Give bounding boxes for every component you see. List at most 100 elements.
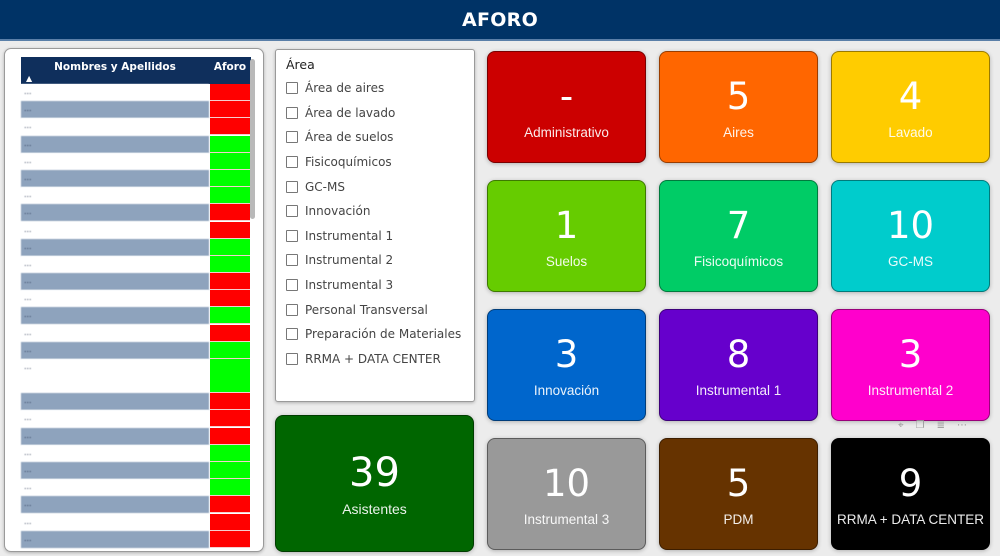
table-row[interactable]: …	[21, 496, 251, 514]
table-row[interactable]: …	[21, 255, 251, 273]
slicer-item-label: RRMA + DATA CENTER	[305, 351, 441, 366]
header-divider	[0, 39, 1000, 41]
card-label: Lavado	[888, 124, 933, 140]
attendee-name: …	[21, 324, 209, 342]
table-row[interactable]: …	[21, 169, 251, 187]
table-row[interactable]: …	[21, 290, 251, 308]
card-label: GC-MS	[888, 253, 933, 269]
card-label: Instrumental 3	[523, 511, 610, 527]
column-header-names[interactable]: Nombres y Apellidos	[21, 57, 209, 84]
attendee-name: …	[21, 152, 209, 170]
slicer-item[interactable]: Área de suelos	[286, 125, 464, 150]
slicer-item[interactable]: Personal Transversal	[286, 297, 464, 322]
checkbox[interactable]	[286, 303, 298, 316]
more-options-icon[interactable]: ⋯	[957, 420, 967, 434]
slicer-item[interactable]: Área de lavado	[286, 101, 464, 126]
table-row[interactable]: …	[21, 152, 251, 170]
area-card[interactable]: 4 Lavado	[831, 51, 990, 163]
slicer-item[interactable]: Instrumental 1	[286, 224, 464, 249]
sort-indicator-icon[interactable]: ▲	[26, 74, 32, 83]
attendee-name: …	[21, 393, 209, 411]
table-row[interactable]: …	[21, 479, 251, 497]
area-card[interactable]: 10 Instrumental 3	[487, 438, 646, 550]
area-card[interactable]: - Administrativo	[487, 51, 646, 163]
filter-icon[interactable]: ≣	[937, 420, 945, 434]
aforo-status-cell	[210, 324, 250, 342]
slicer-item-label: Instrumental 1	[305, 228, 394, 243]
table-row[interactable]: …	[21, 273, 251, 291]
page-title: AFORO	[461, 8, 539, 31]
table-row[interactable]: …	[21, 393, 251, 411]
copy-icon[interactable]: ❐	[916, 420, 925, 434]
table-row[interactable]: …	[21, 187, 251, 205]
table-row[interactable]: …	[21, 513, 251, 531]
checkbox[interactable]	[286, 180, 298, 193]
area-card[interactable]: 1 Suelos	[487, 180, 646, 292]
area-card[interactable]: 10 GC-MS	[831, 180, 990, 292]
slicer-item-label: Fisicoquímicos	[305, 155, 392, 170]
slicer-item[interactable]: Instrumental 2	[286, 248, 464, 273]
checkbox[interactable]	[286, 131, 298, 144]
table-row[interactable]: …	[21, 444, 251, 462]
aforo-status-cell	[210, 461, 250, 479]
slicer-item[interactable]: Fisicoquímicos	[286, 150, 464, 175]
slicer-item-label: Instrumental 2	[305, 253, 394, 268]
attendee-name: …	[21, 444, 209, 462]
attendee-name: …	[21, 359, 209, 393]
slicer-title: Área	[286, 57, 315, 72]
checkbox[interactable]	[286, 352, 298, 365]
table-row[interactable]: …	[21, 427, 251, 445]
visual-header-toolbar: ⌖ ❐ ≣ ⋯	[898, 420, 967, 434]
card-value: -	[559, 74, 574, 118]
table-row[interactable]: …	[21, 461, 251, 479]
table-row[interactable]: …	[21, 307, 251, 325]
table-row[interactable]: …	[21, 238, 251, 256]
aforo-status-cell	[210, 204, 250, 222]
checkbox[interactable]	[286, 156, 298, 169]
checkbox[interactable]	[286, 279, 298, 292]
attendee-name: …	[21, 496, 209, 514]
attendee-name: …	[21, 84, 209, 101]
aforo-status-cell	[210, 444, 250, 462]
aforo-status-cell	[210, 238, 250, 256]
aforo-status-cell	[210, 479, 250, 497]
checkbox[interactable]	[286, 106, 298, 119]
card-value: 5	[726, 461, 751, 505]
area-slicer: Área Área de aires Área de lavado Área de …	[275, 49, 475, 402]
slicer-item[interactable]: Preparación de Materiales	[286, 322, 464, 347]
table-row[interactable]: …	[21, 118, 251, 136]
slicer-item[interactable]: Instrumental 3	[286, 273, 464, 298]
slicer-item[interactable]: Área de aires	[286, 76, 464, 101]
area-card[interactable]: 9 RRMA + DATA CENTER	[831, 438, 990, 550]
table-row[interactable]: …	[21, 101, 251, 119]
table-row[interactable]: …	[21, 341, 251, 359]
table-row[interactable]: …	[21, 530, 251, 548]
table-row[interactable]: …	[21, 135, 251, 153]
slicer-item[interactable]: RRMA + DATA CENTER	[286, 347, 464, 372]
table-row[interactable]: …	[21, 324, 251, 342]
column-header-aforo[interactable]: Aforo	[209, 57, 251, 84]
table-row[interactable]: …	[21, 359, 251, 393]
pin-icon[interactable]: ⌖	[898, 420, 904, 434]
table-row[interactable]: …	[21, 204, 251, 222]
checkbox[interactable]	[286, 229, 298, 242]
checkbox[interactable]	[286, 205, 298, 218]
checkbox[interactable]	[286, 82, 298, 95]
area-card[interactable]: 5 PDM	[659, 438, 818, 550]
checkbox[interactable]	[286, 328, 298, 341]
area-card[interactable]: 8 Instrumental 1	[659, 309, 818, 421]
checkbox[interactable]	[286, 254, 298, 267]
aforo-status-cell	[210, 290, 250, 308]
slicer-item[interactable]: Innovación	[286, 199, 464, 224]
table-row[interactable]: …	[21, 410, 251, 428]
table-scrollbar[interactable]	[250, 59, 255, 219]
slicer-item-label: Área de aires	[305, 81, 385, 96]
table-row[interactable]: …	[21, 221, 251, 239]
area-card[interactable]: 5 Aires	[659, 51, 818, 163]
slicer-item[interactable]: GC-MS	[286, 174, 464, 199]
area-card[interactable]: 7 Fisicoquímicos	[659, 180, 818, 292]
area-card[interactable]: 3 Innovación	[487, 309, 646, 421]
area-card[interactable]: 3 Instrumental 2	[831, 309, 990, 421]
table-row[interactable]: …	[21, 84, 251, 101]
slicer-item-label: Área de lavado	[305, 105, 396, 120]
